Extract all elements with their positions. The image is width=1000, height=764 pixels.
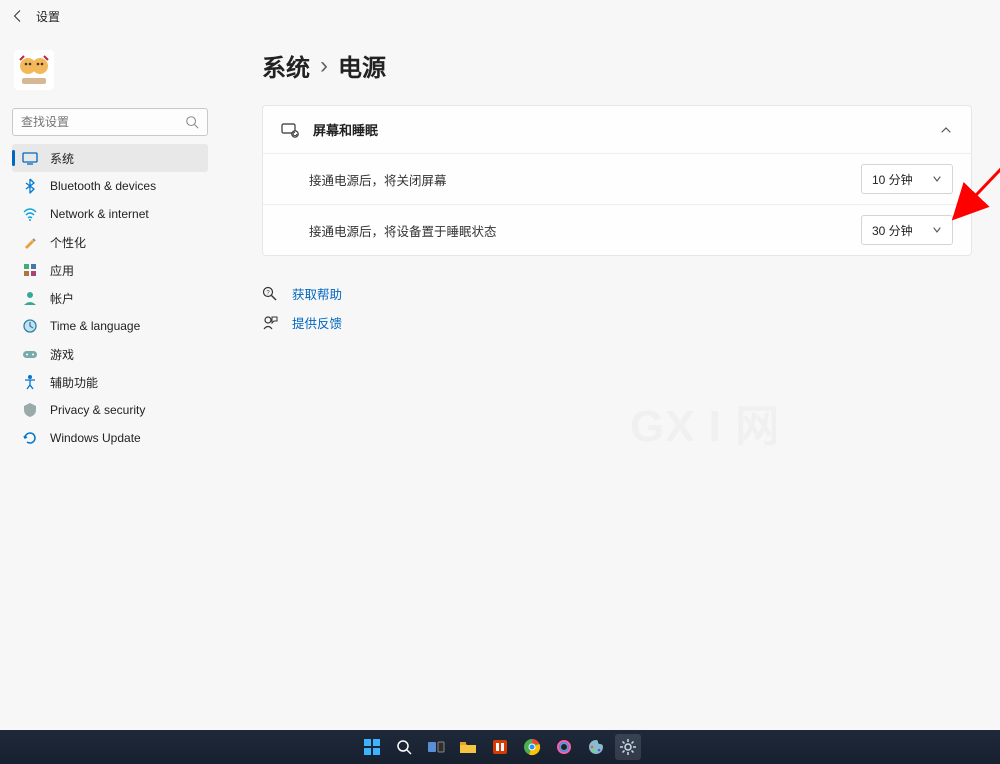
card-header[interactable]: 屏幕和睡眠	[263, 106, 971, 153]
screen-off-dropdown[interactable]: 10 分钟	[861, 164, 953, 194]
dropdown-value: 10 分钟	[872, 171, 913, 188]
sidebar-item-label: 应用	[50, 262, 74, 279]
breadcrumb: 系统 › 电源	[262, 48, 972, 83]
taskbar-search[interactable]	[391, 734, 417, 760]
watermark: GX I 网	[630, 390, 780, 454]
chevron-down-icon	[932, 174, 942, 184]
links: ? 获取帮助 提供反馈	[262, 284, 972, 332]
sidebar-item-account[interactable]: 帐户	[12, 284, 208, 312]
taskview-icon	[427, 738, 445, 756]
sidebar-item-label: Bluetooth & devices	[50, 179, 156, 193]
help-link-row: ? 获取帮助	[262, 284, 972, 303]
window-title: 设置	[36, 8, 60, 25]
back-arrow-icon	[11, 9, 25, 23]
privacy-icon	[22, 402, 38, 418]
sidebar-item-gaming[interactable]: 游戏	[12, 340, 208, 368]
sidebar-item-personalization[interactable]: 个性化	[12, 228, 208, 256]
taskbar-settings[interactable]	[615, 734, 641, 760]
screen-sleep-card: 屏幕和睡眠 接通电源后，将关闭屏幕 10 分钟 接通电源后，将设备置于睡眠状态 …	[262, 105, 972, 256]
taskbar-start[interactable]	[359, 734, 385, 760]
breadcrumb-parent[interactable]: 系统	[262, 48, 310, 83]
sidebar-item-bluetooth[interactable]: Bluetooth & devices	[12, 172, 208, 200]
network-icon	[22, 206, 38, 222]
sidebar-item-label: 游戏	[50, 346, 74, 363]
card-title: 屏幕和睡眠	[313, 120, 925, 139]
sidebar-item-label: Time & language	[50, 319, 140, 333]
sidebar-item-label: 帐户	[50, 290, 74, 307]
time-icon	[22, 318, 38, 334]
feedback-link[interactable]: 提供反馈	[292, 313, 342, 332]
sidebar-item-label: Windows Update	[50, 431, 141, 445]
row-label: 接通电源后，将设备置于睡眠状态	[309, 221, 861, 240]
sidebar-item-update[interactable]: Windows Update	[12, 424, 208, 452]
main-content: 系统 › 电源 屏幕和睡眠 接通电源后，将关闭屏幕 10 分钟 接通电源后，将设…	[220, 32, 1000, 730]
breadcrumb-separator: ›	[320, 52, 328, 80]
windows-start-icon	[363, 738, 381, 756]
sidebar-item-system[interactable]: 系统	[12, 144, 208, 172]
settings-window: 设置	[0, 0, 1000, 764]
folder-icon	[459, 738, 477, 756]
taskbar-taskview[interactable]	[423, 734, 449, 760]
taskbar-explorer[interactable]	[455, 734, 481, 760]
titlebar: 设置	[0, 0, 1000, 32]
sidebar-item-apps[interactable]: 应用	[12, 256, 208, 284]
palette-icon	[587, 738, 605, 756]
back-button[interactable]	[10, 8, 26, 24]
search-icon	[185, 115, 199, 129]
accessibility-icon	[22, 374, 38, 390]
user-block[interactable]	[8, 40, 212, 108]
sidebar-item-label: 辅助功能	[50, 374, 98, 391]
sidebar-item-accessibility[interactable]: 辅助功能	[12, 368, 208, 396]
apps-icon	[22, 262, 38, 278]
gear-icon	[619, 738, 637, 756]
sidebar-item-label: 个性化	[50, 234, 86, 251]
search-icon	[395, 738, 413, 756]
search-input[interactable]	[21, 115, 185, 129]
sidebar-item-label: Privacy & security	[50, 403, 145, 417]
help-icon: ?	[262, 286, 278, 302]
system-icon	[22, 150, 38, 166]
sidebar-item-network[interactable]: Network & internet	[12, 200, 208, 228]
sidebar-item-label: 系统	[50, 150, 74, 167]
row-label: 接通电源后，将关闭屏幕	[309, 170, 861, 189]
chevron-down-icon	[932, 225, 942, 235]
help-link[interactable]: 获取帮助	[292, 284, 342, 303]
screen-sleep-icon	[281, 121, 299, 139]
gaming-icon	[22, 346, 38, 362]
chrome-icon	[523, 738, 541, 756]
sidebar-item-privacy[interactable]: Privacy & security	[12, 396, 208, 424]
taskbar-browser2[interactable]	[551, 734, 577, 760]
update-icon	[22, 430, 38, 446]
bluetooth-icon	[22, 178, 38, 194]
taskbar-office[interactable]	[487, 734, 513, 760]
taskbar-chrome[interactable]	[519, 734, 545, 760]
sleep-dropdown[interactable]: 30 分钟	[861, 215, 953, 245]
sleep-row: 接通电源后，将设备置于睡眠状态 30 分钟	[263, 204, 971, 255]
office-icon	[491, 738, 509, 756]
personalization-icon	[22, 234, 38, 250]
taskbar-paint[interactable]	[583, 734, 609, 760]
feedback-icon	[262, 315, 278, 331]
breadcrumb-current: 电源	[338, 48, 386, 83]
sidebar-item-time[interactable]: Time & language	[12, 312, 208, 340]
search-box[interactable]	[12, 108, 208, 136]
sidebar: 系统 Bluetooth & devices Network & interne…	[0, 32, 220, 730]
dropdown-value: 30 分钟	[872, 222, 913, 239]
avatar	[14, 50, 54, 90]
taskbar	[0, 730, 1000, 764]
feedback-link-row: 提供反馈	[262, 313, 972, 332]
sidebar-item-label: Network & internet	[50, 207, 149, 221]
colorful-circle-icon	[555, 738, 573, 756]
chevron-up-icon	[939, 123, 953, 137]
screen-off-row: 接通电源后，将关闭屏幕 10 分钟	[263, 153, 971, 204]
nav: 系统 Bluetooth & devices Network & interne…	[8, 144, 212, 452]
account-icon	[22, 290, 38, 306]
